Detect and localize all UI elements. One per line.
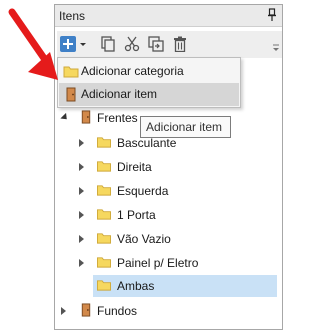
folder-icon [97,209,111,220]
copy-icon [101,36,115,52]
tree-node-painel-p-eletro[interactable]: Painel p/ Eletro [55,252,282,274]
tree-node-label: Basculante [117,136,177,150]
expand-arrow-icon[interactable] [79,187,84,195]
tree-node-1-porta[interactable]: 1 Porta [55,204,282,226]
toolbar [57,31,282,58]
items-panel: Itens Adicionar categoria Adicionar item… [54,4,283,330]
collapse-arrow-icon[interactable] [60,112,70,123]
tree-node-direita[interactable]: Direita [55,156,282,178]
menu-item-label: Adicionar item [81,87,158,101]
tree-node-label: Frentes [97,111,138,125]
expand-arrow-icon[interactable] [79,139,84,147]
delete-icon [174,36,186,52]
folder-icon [97,161,111,172]
tree-node-label: Ambas [117,279,155,293]
folder-icon [97,280,111,291]
item-icon [81,303,91,317]
tree-node-label: Esquerda [117,184,169,198]
tree-node-ambas[interactable]: Ambas [93,275,277,297]
panel-titlebar: Itens [55,5,282,27]
tooltip: Adicionar item [140,116,231,138]
tree-node-label: Fundos [97,304,138,318]
paste-icon [148,36,164,52]
paste-button[interactable] [147,35,165,53]
delete-button[interactable] [171,35,189,53]
folder-icon [97,233,111,244]
expand-arrow-icon[interactable] [79,259,84,267]
tree-node-fundos[interactable]: Fundos [55,300,282,322]
folder-icon [97,257,111,268]
tree-node-label: Vão Vazio [117,232,171,246]
menu-item-add-category[interactable]: Adicionar categoria [59,60,239,83]
folder-icon [97,185,111,196]
folder-icon [97,137,111,148]
tree-node-label: 1 Porta [117,208,156,222]
add-dropdown-menu: Adicionar categoria Adicionar item [57,57,241,108]
tree-node-esquerda[interactable]: Esquerda [55,180,282,202]
cut-button[interactable] [123,35,141,53]
item-icon [81,110,91,124]
expand-arrow-icon[interactable] [79,235,84,243]
tree-node-vao-vazio[interactable]: Vão Vazio [55,228,282,250]
expand-arrow-icon[interactable] [79,163,84,171]
menu-item-label: Adicionar categoria [81,64,184,78]
tree-node-label: Direita [117,160,152,174]
expand-arrow-icon[interactable] [61,307,66,315]
red-pointer-arrow-icon [8,8,58,80]
menu-item-add-item[interactable]: Adicionar item [59,83,239,106]
expand-arrow-icon[interactable] [79,211,84,219]
toolbar-overflow-icon[interactable] [272,39,280,53]
pin-icon[interactable] [267,8,277,22]
cut-icon [124,36,140,52]
copy-button[interactable] [99,35,117,53]
tree-node-label: Painel p/ Eletro [117,256,199,270]
